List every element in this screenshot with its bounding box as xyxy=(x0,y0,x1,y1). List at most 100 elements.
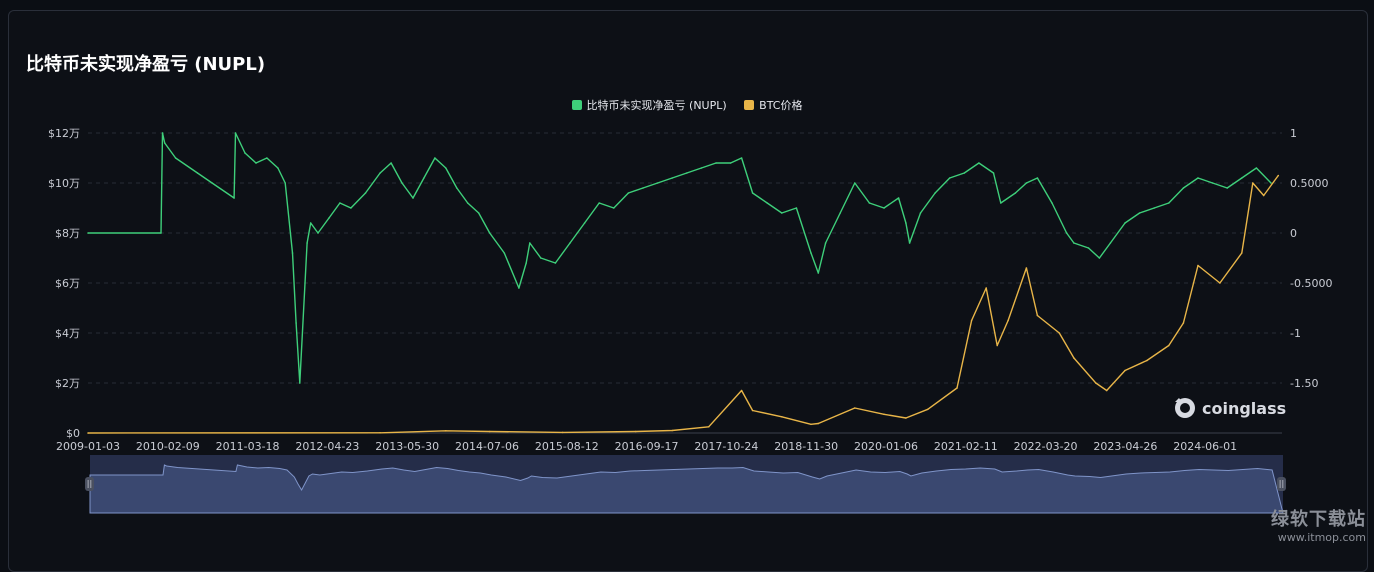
data-point-nupl xyxy=(1051,202,1053,204)
data-point-nupl xyxy=(715,162,717,164)
chart-svg[interactable]: $12万 $10万 $8万 $6万 $4万 $2万 $0 1 0.5000 0 -0.5000 -1 -… xyxy=(0,0,1374,558)
data-point-btc-price xyxy=(1105,389,1108,392)
data-point-nupl xyxy=(174,157,177,159)
zoom-handle-right[interactable]: || xyxy=(1277,477,1286,491)
data-point-nupl xyxy=(963,172,966,174)
data-point-nupl xyxy=(598,202,600,204)
x-tick-label: 2016-09-17 xyxy=(615,440,679,453)
data-point-nupl xyxy=(244,152,246,154)
data-point-nupl xyxy=(234,132,237,134)
data-point-btc-price xyxy=(854,407,856,409)
data-point-btc-price xyxy=(634,430,637,433)
data-point-nupl xyxy=(295,322,297,324)
data-point-btc-price xyxy=(1058,332,1061,334)
data-point-nupl xyxy=(729,162,732,164)
data-point-btc-price xyxy=(751,409,754,412)
data-point-nupl xyxy=(908,242,911,244)
x-tick-label: 2012-04-23 xyxy=(295,440,359,453)
data-point-nupl xyxy=(583,222,586,224)
y-left-tick-label: $4万 xyxy=(55,327,80,340)
data-point-btc-price xyxy=(1219,282,1221,284)
data-point-nupl xyxy=(306,242,308,244)
x-tick-label: 2009-01-03 xyxy=(56,440,120,453)
y-left-tick-label: $8万 xyxy=(55,227,80,240)
y-right-tick-label: -1.50 xyxy=(1290,377,1318,390)
x-tick-label: 2011-03-18 xyxy=(216,440,280,453)
data-point-nupl xyxy=(1087,247,1090,249)
data-point-nupl xyxy=(401,182,403,184)
data-point-btc-price xyxy=(488,430,491,433)
coinglass-logo: coinglass xyxy=(1172,395,1286,421)
zoom-handle-left[interactable]: || xyxy=(85,477,94,491)
data-point-nupl xyxy=(211,182,213,184)
data-point-btc-price xyxy=(379,432,381,434)
data-point-nupl xyxy=(540,257,542,259)
data-point-nupl xyxy=(1014,192,1017,194)
data-point-btc-price xyxy=(883,413,885,416)
y-left-tick-label: $10万 xyxy=(48,177,80,190)
data-point-nupl xyxy=(948,177,951,179)
data-point-btc-price xyxy=(1036,314,1039,317)
data-point-btc-price xyxy=(905,417,907,419)
data-point-nupl xyxy=(233,197,235,199)
y-right-tick-label: 1 xyxy=(1290,127,1297,140)
data-point-nupl xyxy=(810,252,812,254)
data-point-nupl xyxy=(160,232,162,234)
data-point-nupl xyxy=(824,242,827,244)
data-point-nupl xyxy=(445,167,447,169)
data-point-btc-price xyxy=(1007,319,1009,322)
data-point-nupl xyxy=(1036,177,1039,179)
data-point-nupl xyxy=(656,182,659,184)
data-point-btc-price xyxy=(1241,252,1243,254)
coinglass-logo-text: coinglass xyxy=(1202,398,1287,418)
data-point-btc-price xyxy=(1146,359,1148,362)
data-point-nupl xyxy=(740,157,743,159)
data-point-nupl xyxy=(299,382,301,384)
x-tick-label: 2010-02-09 xyxy=(136,440,200,453)
data-point-nupl xyxy=(992,172,995,174)
data-point-btc-price xyxy=(927,408,929,411)
data-point-btc-price xyxy=(1073,357,1075,359)
y-right-tick-label: 0.5000 xyxy=(1290,177,1329,190)
coinglass-logo-icon xyxy=(1175,398,1195,418)
series-line-nupl xyxy=(88,132,1272,384)
x-tick-label: 2020-01-06 xyxy=(854,440,918,453)
data-point-nupl xyxy=(339,202,341,204)
data-point-nupl xyxy=(456,187,458,189)
data-point-nupl xyxy=(1138,212,1141,214)
data-point-nupl xyxy=(284,182,287,184)
data-point-nupl xyxy=(839,212,841,214)
watermark-sub: www.itmop.com xyxy=(1277,531,1366,544)
data-point-nupl xyxy=(309,222,312,224)
data-point-nupl xyxy=(868,202,871,204)
data-point-nupl xyxy=(1241,177,1243,179)
data-point-nupl xyxy=(569,242,571,244)
data-point-nupl xyxy=(87,232,89,234)
data-point-nupl xyxy=(266,157,268,159)
data-point-btc-price xyxy=(671,429,673,432)
data-point-nupl xyxy=(379,172,381,174)
data-point-nupl xyxy=(1000,202,1002,204)
data-point-btc-price xyxy=(970,319,973,322)
data-point-btc-price xyxy=(445,430,447,432)
data-point-nupl xyxy=(163,142,166,144)
data-point-nupl xyxy=(613,207,615,209)
data-point-nupl xyxy=(161,132,164,134)
data-point-btc-price xyxy=(87,432,89,434)
data-point-nupl xyxy=(1255,167,1258,169)
data-point-nupl xyxy=(642,187,644,189)
y-left-tick-label: $0 xyxy=(66,427,80,440)
data-point-nupl xyxy=(919,212,922,214)
data-point-nupl xyxy=(466,202,469,204)
data-point-nupl xyxy=(897,197,900,199)
data-point-nupl xyxy=(488,232,491,234)
data-point-nupl xyxy=(795,207,798,209)
data-point-btc-price xyxy=(985,287,987,289)
data-point-btc-price xyxy=(561,431,564,434)
data-point-btc-price xyxy=(1262,194,1265,197)
data-point-nupl xyxy=(781,212,783,214)
data-point-nupl xyxy=(277,167,279,169)
data-point-btc-price xyxy=(1182,322,1185,324)
data-point-nupl xyxy=(350,207,352,209)
x-tick-label: 2021-02-11 xyxy=(934,440,998,453)
